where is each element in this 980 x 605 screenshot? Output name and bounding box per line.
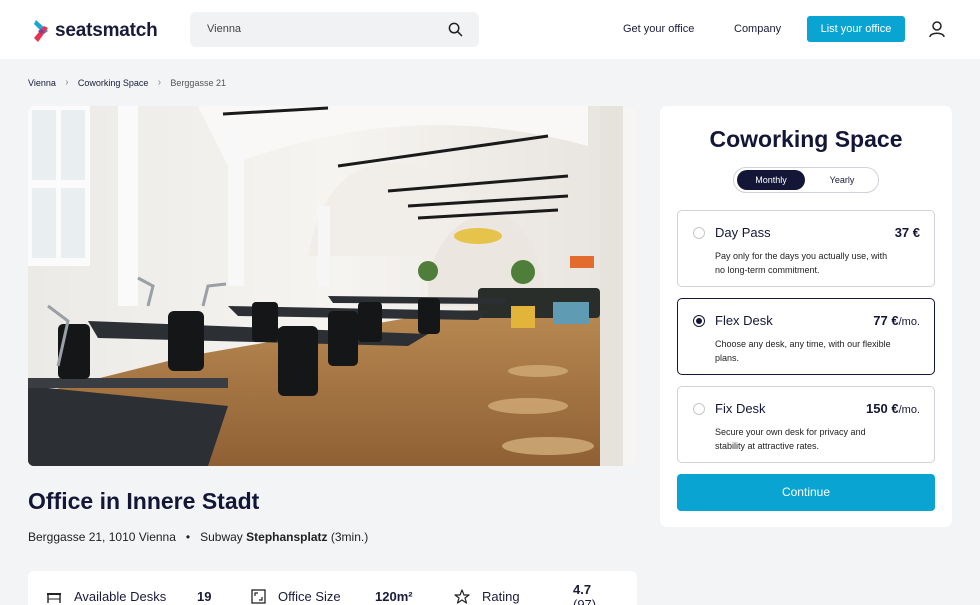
option-fix-desk[interactable]: Fix Desk 150 €/mo. Secure your own desk … [677,386,935,463]
option-day-pass[interactable]: Day Pass 37 € Pay only for the days you … [677,210,935,287]
search-input[interactable]: Vienna [190,12,479,47]
billing-yearly[interactable]: Yearly [809,170,875,190]
stat-label: Available Desks [74,589,167,604]
listing-address: Berggasse 21, 1010 Vienna • Subway Steph… [28,530,368,544]
office-photo-illustration [28,106,637,466]
search-value[interactable]: Vienna [207,23,241,35]
nav-company[interactable]: Company [734,23,781,35]
transit-time: (3min.) [330,530,369,544]
stat-label: Office Size [278,589,341,604]
stat-office-size: Office Size 120m² [251,589,413,604]
radio-button-selected[interactable] [693,315,705,327]
option-description: Secure your own desk for privacy and sta… [715,427,866,451]
stat-label: Rating [482,589,520,604]
option-description: Choose any desk, any time, with our flex… [715,339,891,363]
user-icon[interactable] [928,20,946,38]
listing-stats: Available Desks 19 Office Size 120m² Rat… [28,571,637,605]
chevron-right-icon: › [157,77,162,88]
breadcrumb-vienna[interactable]: Vienna [28,78,56,88]
seatsmatch-logo[interactable]: seatsmatch [33,18,158,44]
logo-text: seatsmatch [55,20,158,41]
breadcrumb: Vienna › Coworking Space › Berggasse 21 [28,77,226,88]
option-description: Pay only for the days you actually use, … [715,251,888,275]
breadcrumb-coworking[interactable]: Coworking Space [78,78,149,88]
billing-monthly[interactable]: Monthly [737,170,805,190]
list-your-office-button[interactable]: List your office [807,16,905,42]
stat-value: 120m² [375,589,413,604]
booking-title: Coworking Space [709,126,903,152]
stat-rating: Rating 4.7 (97) [454,582,596,605]
star-icon [454,589,470,604]
option-name: Flex Desk [715,313,773,328]
option-name: Fix Desk [715,401,766,416]
radio-button[interactable] [693,227,705,239]
option-price: 77 €/mo. [873,313,920,328]
option-name: Day Pass [715,225,771,240]
option-price: 37 € [894,225,920,240]
top-header: seatsmatch Vienna Get your office Compan… [0,0,980,59]
search-icon[interactable] [448,22,463,37]
chevron-right-icon: › [65,77,69,88]
transit-station: Stephansplatz [246,530,328,544]
stat-available-desks: Available Desks 19 [46,589,211,604]
billing-toggle: Monthly Yearly [733,167,879,193]
logo-icon [34,20,48,42]
stat-value: 19 [197,589,212,604]
listing-title: Office in Innere Stadt [28,488,260,514]
radio-button[interactable] [693,403,705,415]
nav-get-your-office[interactable]: Get your office [623,23,694,35]
separator-dot: • [185,530,191,544]
option-flex-desk[interactable]: Flex Desk 77 €/mo. Choose any desk, any … [677,298,935,375]
area-icon [251,589,266,604]
continue-button[interactable]: Continue [677,474,935,511]
desk-icon [47,592,61,603]
transit-prefix: Subway [200,530,243,544]
address-text: Berggasse 21, 1010 Vienna [28,530,176,544]
booking-card: Coworking Space Monthly Yearly Day Pass … [660,106,952,527]
option-price: 150 €/mo. [866,401,920,416]
office-photo[interactable] [28,106,637,466]
breadcrumb-current: Berggasse 21 [170,77,226,88]
stat-value: 4.7 (97) [573,581,597,605]
